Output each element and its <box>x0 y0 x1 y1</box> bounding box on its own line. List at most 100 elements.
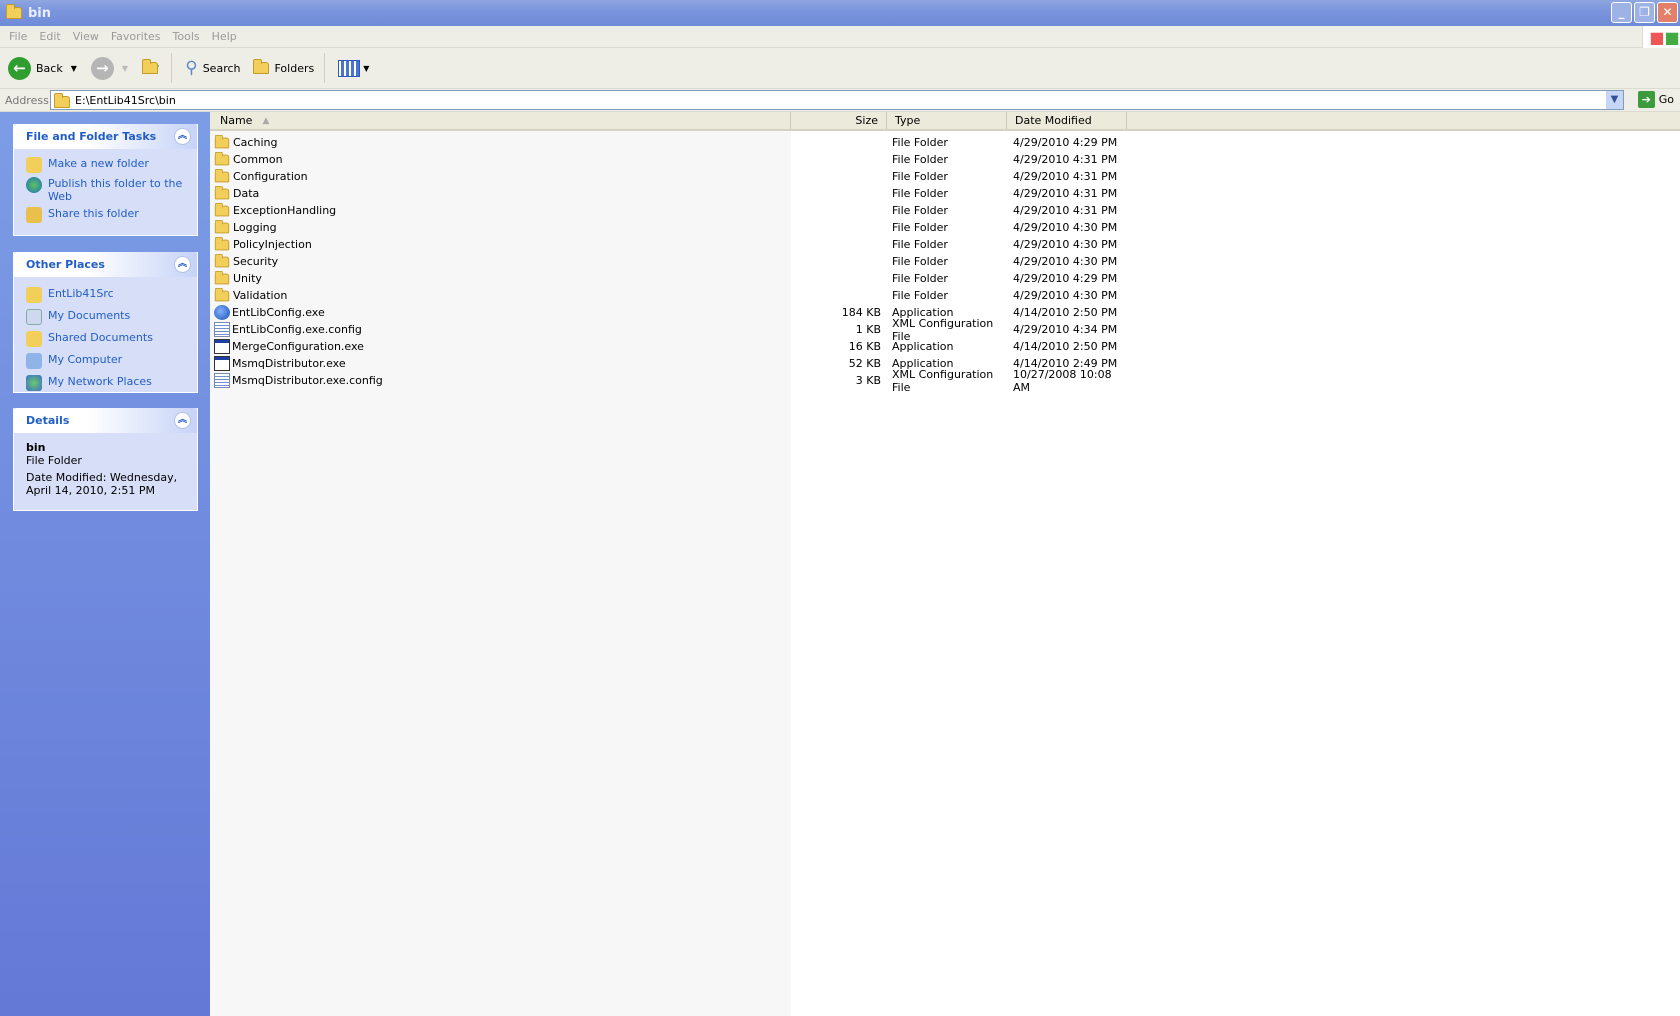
panel-header[interactable]: File and Folder Tasks ︽ <box>14 124 197 149</box>
file-date: 4/14/2010 2:50 PM <box>1013 306 1118 319</box>
go-label: Go <box>1658 93 1674 106</box>
panel-header[interactable]: Other Places ︽ <box>14 252 197 277</box>
forward-button[interactable]: → ▼ <box>90 56 129 80</box>
address-value: E:\EntLib41Src\bin <box>75 93 176 107</box>
up-folder-button[interactable]: ↑ <box>142 59 161 75</box>
menu-tools[interactable]: Tools <box>173 30 200 43</box>
views-button[interactable]: ▼ <box>338 59 369 77</box>
search-button[interactable]: ⚲ Search <box>185 58 240 78</box>
share-folder-link[interactable]: Share this folder <box>26 207 185 223</box>
window-title: bin <box>28 5 52 21</box>
file-name: MergeConfiguration.exe <box>232 340 364 353</box>
collapse-icon[interactable]: ︽ <box>174 128 191 145</box>
menu-view[interactable]: View <box>73 30 99 43</box>
back-dropdown-icon[interactable]: ▼ <box>71 64 77 73</box>
folder-icon <box>214 219 230 233</box>
publish-folder-link[interactable]: Publish this folder to the Web <box>26 177 185 203</box>
search-icon: ⚲ <box>185 58 198 78</box>
file-name: ExceptionHandling <box>233 204 337 217</box>
menu-favorites[interactable]: Favorites <box>111 30 161 43</box>
close-button[interactable]: ✕ <box>1657 2 1678 23</box>
column-type[interactable]: Type <box>887 112 1007 129</box>
file-row[interactable]: Logging File Folder 4/29/2010 4:30 PM <box>210 219 1410 236</box>
file-size: 16 KB <box>848 340 881 353</box>
file-name: Configuration <box>233 170 308 183</box>
file-row[interactable]: EntLibConfig.exe.config 1 KB XML Configura… <box>210 317 1410 343</box>
file-name: EntLibConfig.exe <box>232 306 325 319</box>
file-row[interactable]: PolicyInjection File Folder 4/29/2010 4:30… <box>210 236 1410 253</box>
file-row[interactable]: Data File Folder 4/29/2010 4:31 PM <box>210 185 1410 202</box>
file-date: 4/14/2010 2:50 PM <box>1013 340 1118 353</box>
address-dropdown-icon[interactable]: ▼ <box>1606 91 1623 109</box>
file-type: File Folder <box>892 136 948 149</box>
file-name: Common <box>233 153 283 166</box>
file-name: Logging <box>233 221 277 234</box>
file-row[interactable]: Common File Folder 4/29/2010 4:31 PM <box>210 151 1410 168</box>
collapse-icon[interactable]: ︽ <box>174 256 191 273</box>
file-name: MsmqDistributor.exe <box>232 357 346 370</box>
go-button[interactable]: ➔ Go <box>1637 91 1674 108</box>
file-date: 4/29/2010 4:31 PM <box>1013 153 1118 166</box>
file-folder-tasks-panel: File and Folder Tasks ︽ Make a new folder… <box>13 124 198 236</box>
column-label: Name <box>220 114 253 127</box>
file-row[interactable]: Caching File Folder 4/29/2010 4:29 PM <box>210 134 1410 151</box>
file-date: 10/27/2008 10:08 AM <box>1013 367 1112 394</box>
file-date: 4/29/2010 4:29 PM <box>1013 272 1118 285</box>
make-new-folder-link[interactable]: Make a new folder <box>26 157 185 173</box>
menu-file[interactable]: File <box>9 30 27 43</box>
place-entlib41src[interactable]: EntLib41Src <box>26 287 185 303</box>
file-name: Unity <box>233 272 262 285</box>
file-row[interactable]: Unity File Folder 4/29/2010 4:29 PM <box>210 270 1410 287</box>
file-row[interactable]: MsmqDistributor.exe 52 KB Application 4/14/… <box>210 355 1410 372</box>
file-row[interactable]: Validation File Folder 4/29/2010 4:30 PM <box>210 287 1410 304</box>
file-date: 4/29/2010 4:31 PM <box>1013 187 1118 200</box>
file-row[interactable]: MsmqDistributor.exe.config 3 KB XML Config… <box>210 368 1410 394</box>
link-label: Make a new folder <box>48 157 149 170</box>
column-name[interactable]: Name ▲ <box>210 112 791 129</box>
menu-help[interactable]: Help <box>212 30 237 43</box>
menu-edit[interactable]: Edit <box>39 30 60 43</box>
place-my-network-places[interactable]: My Network Places <box>26 375 185 391</box>
file-date: 4/29/2010 4:31 PM <box>1013 170 1118 183</box>
file-size: 3 KB <box>855 374 881 387</box>
column-label: Date Modified <box>1015 114 1092 127</box>
panel-title: Other Places <box>26 258 105 271</box>
menu-bar: File Edit View Favorites Tools Help ■ ■ <box>0 26 1680 48</box>
folder-icon <box>214 236 230 250</box>
config-file-icon <box>214 373 230 388</box>
forward-dropdown-icon: ▼ <box>121 63 129 73</box>
file-row[interactable]: MergeConfiguration.exe 16 KB Application 4/… <box>210 338 1410 355</box>
link-label: EntLib41Src <box>48 287 114 300</box>
new-folder-icon <box>26 157 42 173</box>
place-my-documents[interactable]: My Documents <box>26 309 185 325</box>
address-bar: Address E:\EntLib41Src\bin ▼ ➔ Go <box>0 89 1680 112</box>
column-date-modified[interactable]: Date Modified <box>1007 112 1127 129</box>
documents-icon <box>26 309 42 325</box>
place-shared-documents[interactable]: Shared Documents <box>26 331 185 347</box>
file-type: File Folder <box>892 221 948 234</box>
folder-icon <box>6 4 22 19</box>
file-row[interactable]: ExceptionHandling File Folder 4/29/2010 4:… <box>210 202 1410 219</box>
folders-button[interactable]: Folders <box>252 59 314 75</box>
collapse-icon[interactable]: ︽ <box>174 412 191 429</box>
file-size: 184 KB <box>841 306 881 319</box>
panel-title: Details <box>26 414 70 427</box>
views-icon <box>338 59 361 77</box>
file-type: File Folder <box>892 289 948 302</box>
file-row[interactable]: Security File Folder 4/29/2010 4:30 PM <box>210 253 1410 270</box>
address-input[interactable]: E:\EntLib41Src\bin ▼ <box>50 90 1624 110</box>
minimize-button[interactable]: _ <box>1611 2 1632 23</box>
column-size[interactable]: Size <box>791 112 887 129</box>
restore-button[interactable]: ❐ <box>1634 2 1655 23</box>
place-my-computer[interactable]: My Computer <box>26 353 185 369</box>
file-name: PolicyInjection <box>233 238 312 251</box>
file-name: Caching <box>233 136 278 149</box>
back-button[interactable]: ← Back ▼ <box>8 56 77 80</box>
panel-header[interactable]: Details ︽ <box>14 408 197 433</box>
file-row[interactable]: EntLibConfig.exe 184 KB Application 4/14/20… <box>210 304 1410 321</box>
folder-icon <box>214 185 230 199</box>
title-bar: bin _ ❐ ✕ <box>0 0 1680 26</box>
file-type: Application <box>892 340 954 353</box>
file-row[interactable]: Configuration File Folder 4/29/2010 4:31 P… <box>210 168 1410 185</box>
details-modified: Date Modified: Wednesday, April 14, 2010… <box>26 471 178 497</box>
